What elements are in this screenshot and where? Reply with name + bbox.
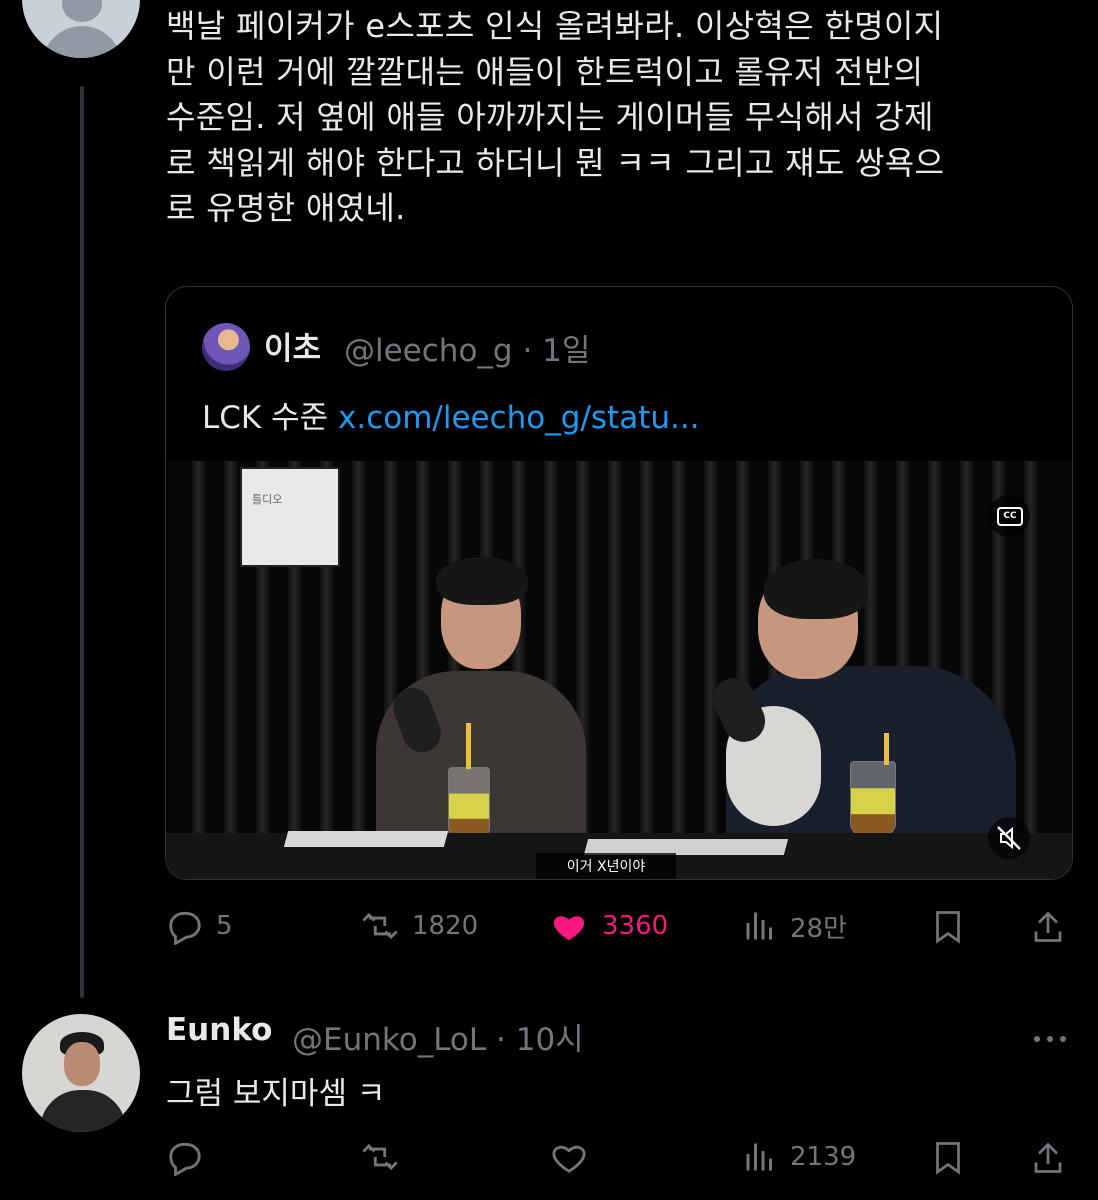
poster-text: 틀디오	[252, 493, 283, 506]
thread-line	[80, 86, 84, 998]
share-icon	[1034, 1142, 1062, 1173]
reply-author-name[interactable]: Eunko	[166, 1012, 272, 1048]
reply-author-handle-time[interactable]: @Eunko_LoL · 10시	[292, 1014, 584, 1059]
views-icon	[746, 1143, 772, 1171]
reply-icon	[169, 911, 201, 945]
quoted-status-link[interactable]: x.com/leecho_g/statu...	[338, 400, 700, 436]
bookmark-icon	[936, 911, 960, 944]
reply-button[interactable]: 5	[166, 907, 233, 945]
wall-poster: 틀디오	[240, 467, 340, 567]
repost-icon	[362, 1143, 398, 1171]
bookmark-button[interactable]	[930, 907, 978, 945]
reply-author-avatar[interactable]	[22, 1014, 140, 1132]
reply-like-button[interactable]	[548, 1138, 602, 1176]
reply-repost-button[interactable]	[360, 1138, 412, 1176]
reply-bookmark-button[interactable]	[930, 1138, 978, 1176]
closed-caption-icon[interactable]: CC	[988, 495, 1030, 537]
video-subtitle: 이거 X년이야	[536, 853, 676, 879]
tweet-text: 백날 페이커가 e스포츠 인식 올려봐라. 이상혁은 한명이지 만 이런 거에 …	[166, 7, 945, 227]
author-avatar[interactable]	[22, 0, 140, 58]
views-icon	[746, 912, 772, 940]
quoted-author-handle-time[interactable]: @leecho_g · 1일	[344, 325, 590, 370]
reply-text: 그럼 보지마셈 ㅋ	[166, 1076, 386, 1112]
more-icon[interactable]	[1032, 1030, 1068, 1049]
like-icon	[553, 916, 585, 941]
quoted-text-prefix: LCK 수준	[202, 400, 338, 436]
reply-to-reply-button[interactable]	[166, 1138, 216, 1176]
like-button[interactable]: 3360	[548, 907, 668, 945]
quoted-author-name[interactable]: 이초	[264, 323, 321, 368]
share-button[interactable]	[1030, 907, 1078, 947]
views-button[interactable]: 28만	[742, 907, 847, 945]
bookmark-icon	[936, 1142, 960, 1175]
quoted-tweet-card[interactable]: 이초 @leecho_g · 1일 LCK 수준 x.com/leecho_g/…	[165, 286, 1073, 880]
reply-icon	[169, 1142, 201, 1176]
quoted-author-avatar[interactable]	[202, 323, 250, 371]
repost-button[interactable]: 1820	[360, 907, 478, 945]
mute-icon[interactable]	[988, 817, 1030, 859]
video-player[interactable]: 틀디오 이거 X년이야 CC	[166, 461, 1072, 879]
quoted-tweet-text: LCK 수준 x.com/leecho_g/statu...	[202, 392, 700, 437]
like-icon	[552, 1145, 586, 1173]
reply-share-button[interactable]	[1030, 1138, 1078, 1178]
share-icon	[1034, 911, 1062, 942]
reply-views-button[interactable]: 2139	[742, 1138, 856, 1176]
repost-icon	[362, 912, 398, 940]
